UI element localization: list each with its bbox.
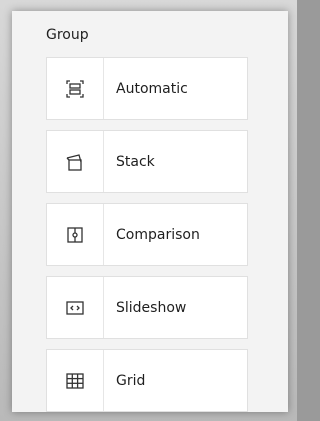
stack-layout-icon <box>47 131 104 192</box>
group-option-label: Slideshow <box>116 299 187 316</box>
group-option-comparison[interactable]: Comparison <box>46 203 248 266</box>
group-option-automatic[interactable]: Automatic <box>46 57 248 120</box>
comparison-layout-icon <box>47 204 104 265</box>
group-option-slideshow[interactable]: Slideshow <box>46 276 248 339</box>
group-option-stack[interactable]: Stack <box>46 130 248 193</box>
automatic-layout-icon <box>47 58 104 119</box>
window-background: Group Automatic Stack Comparison Slidesh… <box>0 0 297 421</box>
group-option-label: Stack <box>116 153 155 170</box>
grid-layout-icon <box>47 350 104 411</box>
group-option-label: Comparison <box>116 226 200 243</box>
group-title: Group <box>46 27 89 43</box>
group-option-label: Grid <box>116 372 146 389</box>
slideshow-layout-icon <box>47 277 104 338</box>
group-option-grid[interactable]: Grid <box>46 349 248 412</box>
group-option-label: Automatic <box>116 80 188 97</box>
group-panel: Group Automatic Stack Comparison Slidesh… <box>12 11 288 412</box>
